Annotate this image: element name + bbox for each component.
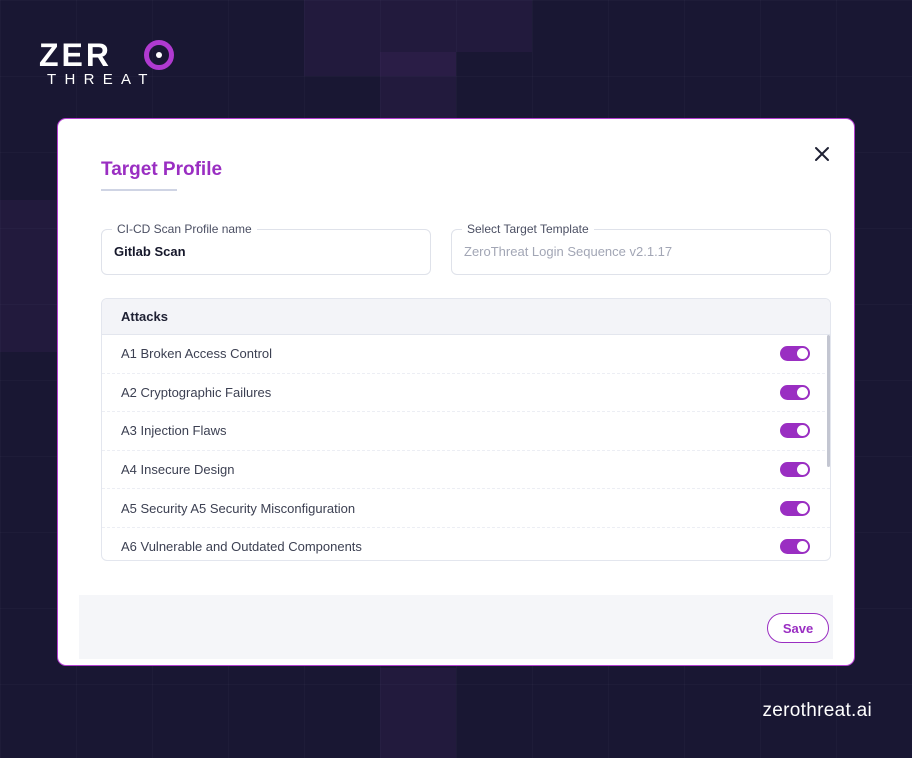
- attack-row: A5 Security A5 Security Misconfiguration: [102, 489, 830, 528]
- toggle-knob: [797, 348, 808, 360]
- modal-title: Target Profile: [101, 159, 223, 180]
- attacks-scrollbar[interactable]: [827, 335, 830, 467]
- background-tile: [456, 0, 532, 52]
- target-template-value: ZeroThreat Login Sequence v2.1.17: [464, 244, 673, 259]
- profile-name-value: Gitlab Scan: [114, 244, 186, 259]
- attack-toggle[interactable]: [780, 500, 810, 516]
- logo-word-bottom: THREAT: [47, 71, 156, 88]
- attack-label: A6 Vulnerable and Outdated Components: [121, 539, 362, 555]
- toggle-knob: [797, 386, 808, 398]
- title-underline: [101, 189, 177, 191]
- zerothreat-logo: ZER THREAT: [39, 37, 174, 89]
- attack-label: A4 Insecure Design: [121, 462, 235, 478]
- attack-row: A3 Injection Flaws: [102, 412, 830, 451]
- attack-toggle[interactable]: [780, 539, 810, 555]
- background-tile: [0, 200, 57, 352]
- attack-label: A3 Injection Flaws: [121, 423, 227, 439]
- close-button[interactable]: [812, 144, 832, 164]
- close-icon: [815, 147, 829, 161]
- toggle-knob: [797, 425, 808, 437]
- attack-label: A2 Cryptographic Failures: [121, 384, 272, 400]
- attacks-list: Attacks A1 Broken Access Control A2 Cryp…: [101, 298, 831, 561]
- attack-row: A6 Vulnerable and Outdated Components: [102, 528, 830, 560]
- attack-toggle[interactable]: [780, 423, 810, 439]
- toggle-knob: [797, 541, 808, 553]
- background-tile: [380, 52, 456, 118]
- target-profile-modal: Target Profile CI-CD Scan Profile name G…: [57, 118, 855, 666]
- site-url: zerothreat.ai: [762, 700, 872, 721]
- attack-label: A5 Security A5 Security Misconfiguration: [121, 500, 356, 516]
- attack-row: A1 Broken Access Control: [102, 335, 830, 374]
- attack-row: A2 Cryptographic Failures: [102, 374, 830, 413]
- target-template-label: Select Target Template: [462, 221, 594, 237]
- attack-row: A4 Insecure Design: [102, 451, 830, 490]
- profile-name-field[interactable]: CI-CD Scan Profile name Gitlab Scan: [101, 221, 431, 275]
- logo-word-top: ZER: [39, 37, 112, 73]
- background-tile: [380, 668, 456, 758]
- attack-label: A1 Broken Access Control: [121, 346, 273, 362]
- logo-ring-icon: [144, 40, 174, 70]
- attack-toggle[interactable]: [780, 462, 810, 478]
- save-button[interactable]: Save: [767, 613, 829, 643]
- modal-footer: Save: [79, 595, 833, 659]
- target-template-field[interactable]: Select Target Template ZeroThreat Login …: [451, 221, 831, 275]
- attacks-header: Attacks: [102, 299, 830, 335]
- attack-toggle[interactable]: [780, 346, 810, 362]
- toggle-knob: [797, 502, 808, 514]
- profile-name-label: CI-CD Scan Profile name: [112, 221, 257, 237]
- toggle-knob: [797, 464, 808, 476]
- attack-toggle[interactable]: [780, 384, 810, 400]
